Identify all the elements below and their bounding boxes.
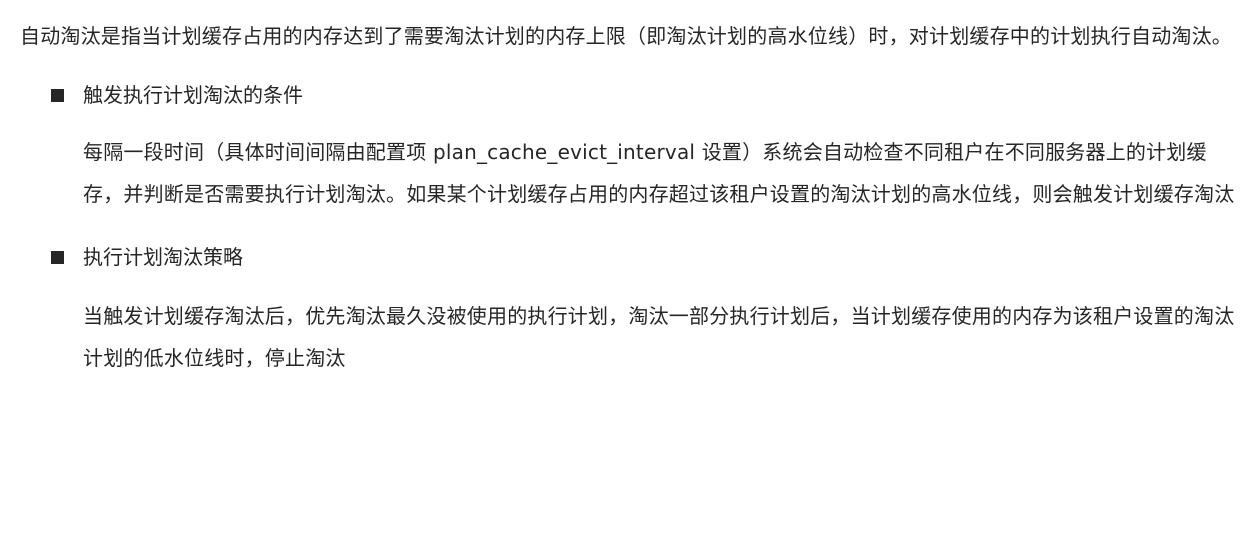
section-body-text: 当触发计划缓存淘汰后，优先淘汰最久没被使用的执行计划，淘汰一部分执行计划后，当计… bbox=[83, 304, 1235, 370]
section-heading-text: 触发执行计划淘汰的条件 bbox=[83, 83, 303, 107]
section-eviction-strategy: 执行计划淘汰策略 当触发计划缓存淘汰后，优先淘汰最久没被使用的执行计划，淘汰一部… bbox=[20, 237, 1240, 379]
section-heading: 执行计划淘汰策略 bbox=[51, 237, 1240, 277]
section-eviction-conditions: 触发执行计划淘汰的条件 每隔一段时间（具体时间间隔由配置项 plan_cache… bbox=[20, 75, 1240, 215]
square-bullet-icon bbox=[51, 250, 64, 264]
section-heading-text: 执行计划淘汰策略 bbox=[83, 245, 243, 269]
section-heading: 触发执行计划淘汰的条件 bbox=[51, 75, 1240, 115]
document-content: 自动淘汰是指当计划缓存占用的内存达到了需要淘汰计划的内存上限（即淘汰计划的高水位… bbox=[20, 16, 1240, 379]
section-body-text: 每隔一段时间（具体时间间隔由配置项 plan_cache_evict_inter… bbox=[83, 140, 1235, 206]
square-bullet-icon bbox=[51, 88, 64, 102]
intro-paragraph: 自动淘汰是指当计划缓存占用的内存达到了需要淘汰计划的内存上限（即淘汰计划的高水位… bbox=[20, 24, 1232, 48]
